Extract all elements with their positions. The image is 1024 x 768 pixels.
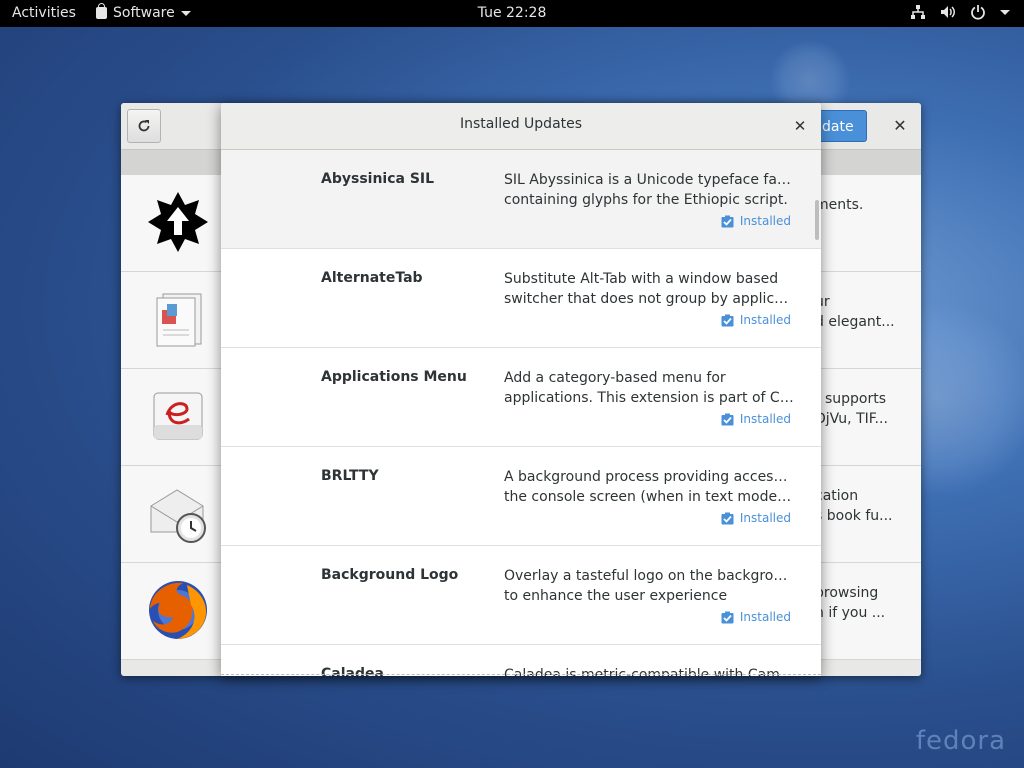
status-label: Installed (739, 610, 791, 624)
system-tray[interactable] (910, 4, 1010, 20)
update-description: A background process providing access to (504, 469, 794, 485)
installed-check-icon (721, 413, 734, 425)
update-description: containing glyphs for the Ethiopic scrip… (504, 192, 788, 208)
installed-check-icon (721, 611, 734, 623)
row-text: DjVu, TIF... (815, 411, 888, 427)
firefox-icon (149, 581, 207, 639)
status-label: Installed (739, 412, 791, 426)
installed-check-icon (721, 215, 734, 227)
row-text: s book fu... (815, 508, 893, 524)
update-row[interactable]: BRLTTY A background process providing ac… (221, 447, 821, 546)
row-text: ments. (815, 197, 864, 213)
status-label: Installed (739, 511, 791, 525)
close-icon: ✕ (893, 116, 907, 135)
installed-status: Installed (721, 313, 791, 327)
shopping-bag-icon (96, 3, 107, 19)
update-name: Abyssinica SIL (321, 171, 435, 187)
update-description: the console screen (when in text mode) f… (504, 489, 794, 505)
installed-status: Installed (721, 511, 791, 525)
dialog-header: Installed Updates ✕ (221, 103, 821, 150)
fedora-watermark: fedora (915, 726, 1006, 756)
dialog-title: Installed Updates (459, 116, 583, 132)
dialog-close-button[interactable]: ✕ (789, 115, 811, 137)
status-label: Installed (739, 313, 791, 327)
volume-icon (941, 6, 955, 18)
scrollbar[interactable] (815, 200, 819, 240)
upload-star-icon (148, 192, 208, 252)
update-name: BRLTTY (321, 468, 379, 484)
update-description: Substitute Alt-Tab with a window based (504, 271, 779, 287)
row-text: browsing (815, 585, 879, 601)
row-text: d elegant... (815, 314, 895, 330)
update-description: applications. This extension is part of … (504, 390, 794, 406)
close-icon: ✕ (793, 117, 807, 135)
update-name: Applications Menu (321, 369, 467, 385)
installed-updates-dialog: Installed Updates ✕ Abyssinica SIL SIL A… (221, 103, 821, 676)
row-text: cation (815, 488, 859, 504)
chevron-down-icon (1000, 9, 1010, 15)
update-row[interactable]: Applications Menu Add a category-based m… (221, 348, 821, 447)
list-edge (221, 674, 821, 676)
update-description: SIL Abyssinica is a Unicode typeface fam… (504, 172, 794, 188)
network-icon (911, 5, 925, 19)
app-menu[interactable]: Software (96, 3, 191, 21)
installed-updates-list[interactable]: Abyssinica SIL SIL Abyssinica is a Unico… (221, 150, 821, 676)
update-name: Background Logo (321, 567, 459, 583)
row-text: ur (815, 294, 830, 310)
refresh-icon (138, 120, 150, 132)
documents-icon (156, 293, 202, 347)
top-bar: Activities Software Tue 22:28 (0, 0, 1024, 27)
document-viewer-icon (153, 392, 203, 440)
window-close-button[interactable]: ✕ (889, 115, 911, 137)
update-description: switcher that does not group by applicat… (504, 291, 794, 307)
update-description: Add a category-based menu for (504, 370, 726, 386)
installed-status: Installed (721, 412, 791, 426)
update-row[interactable]: Caladea Caladea is metric-compatible wit… (221, 645, 821, 676)
mail-clock-icon (150, 489, 206, 543)
update-row[interactable]: AlternateTab Substitute Alt-Tab with a w… (221, 249, 821, 348)
installed-check-icon (721, 512, 734, 524)
chevron-down-icon (180, 10, 191, 16)
update-description: Overlay a tasteful logo on the backgroun… (504, 568, 794, 584)
update-all-button[interactable]: date (815, 110, 867, 142)
row-text: t supports (815, 391, 886, 407)
app-menu-label: Software (113, 5, 175, 21)
update-description: to enhance the user experience (504, 588, 728, 604)
update-row[interactable]: Background Logo Overlay a tasteful logo … (221, 546, 821, 645)
installed-status: Installed (721, 610, 791, 624)
update-row[interactable]: Abyssinica SIL SIL Abyssinica is a Unico… (221, 150, 821, 249)
clock[interactable]: Tue 22:28 (478, 5, 547, 21)
power-icon (971, 5, 985, 20)
installed-check-icon (721, 314, 734, 326)
status-label: Installed (739, 214, 791, 228)
refresh-button[interactable] (127, 109, 161, 143)
activities-button[interactable]: Activities (12, 5, 76, 21)
row-text: n if you ... (815, 605, 886, 621)
installed-status: Installed (721, 214, 791, 228)
update-name: AlternateTab (321, 270, 423, 286)
